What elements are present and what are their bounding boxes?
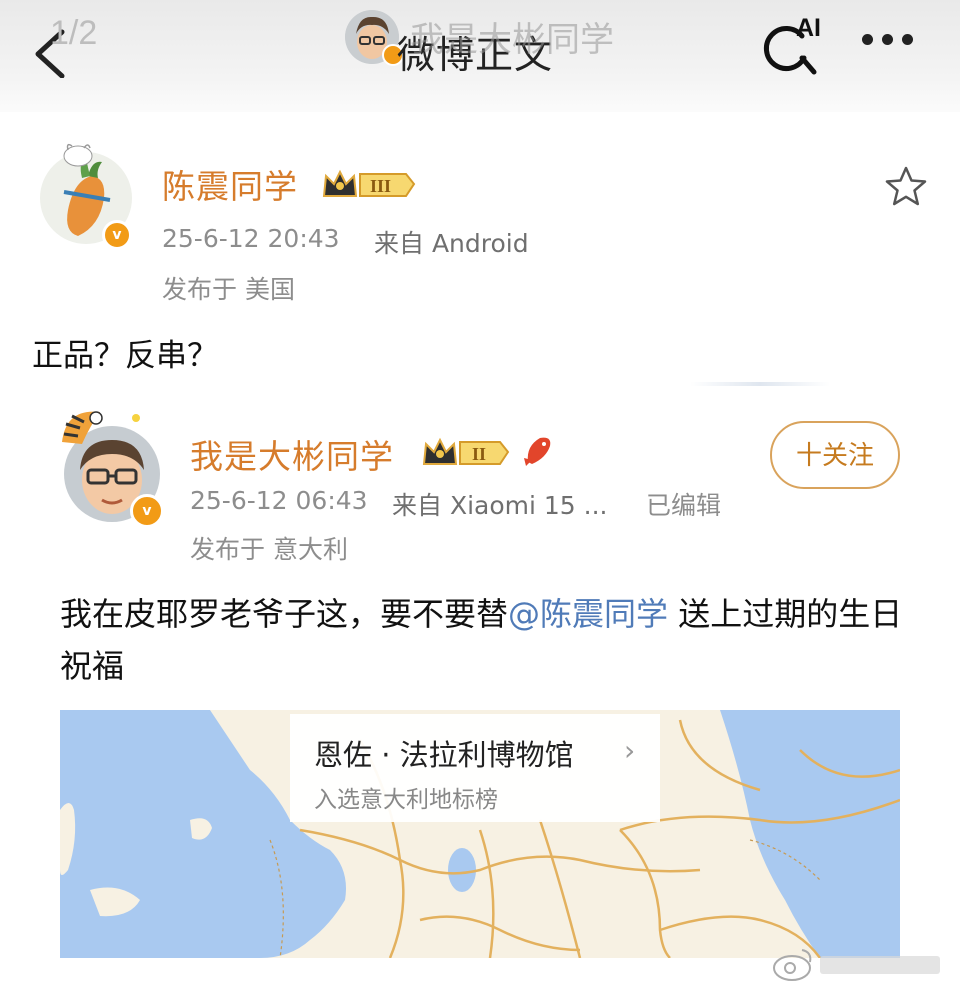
weibo-watermark-icon [773,949,940,981]
mention-link[interactable]: @陈震同学 [508,595,668,633]
member-level-text: II [472,444,486,464]
scrolled-user-name: 我是大彬同学 [410,20,614,60]
chevron-right-icon: › [624,734,636,767]
ai-label: AI [796,14,821,42]
divider [690,382,830,386]
poi-name: 恩佐 · 法拉利博物馆 [314,738,574,772]
post-location: 发布于 美国 [162,275,295,304]
repost-text-part: 我在皮耶罗老爷子这，要不要替 [60,595,509,633]
poi-card[interactable]: 恩佐 · 法拉利博物馆 › 入选意大利地标榜 [290,714,660,822]
author-name[interactable]: 陈震同学 [162,160,298,208]
member-level-text: III [370,176,391,196]
koi-fish-icon [524,437,551,466]
member-crown-icon: II [422,437,510,465]
page-counter: 1/2 [50,14,98,52]
favorite-star-icon[interactable] [884,165,928,207]
post-content: 正品？反串？ [32,338,218,374]
more-options-icon[interactable] [862,30,932,54]
verified-badge-icon: v [130,494,164,528]
top-navigation-bar: 1/2 微博正文 我是大彬同学 AI [0,0,960,112]
repost-timestamp: 25-6-12 06:43 [190,486,368,515]
repost-location: 发布于 意大利 [190,535,348,564]
follow-button[interactable]: 十关注 [770,421,900,489]
edited-label: 已编辑 [646,491,722,520]
post-source: 来自 Android [374,229,529,258]
post-timestamp: 25-6-12 20:43 [162,224,340,253]
repost-content: 我在皮耶罗老爷子这，要不要替@陈震同学 送上过期的生日祝福 [60,588,920,692]
repost-source: 来自 Xiaomi 15 ... [392,491,608,520]
member-crown-icon: III [322,169,416,197]
repost-author-name[interactable]: 我是大彬同学 [190,430,394,478]
poi-subtitle: 入选意大利地标榜 [314,787,498,813]
verified-badge-icon: v [102,220,132,250]
